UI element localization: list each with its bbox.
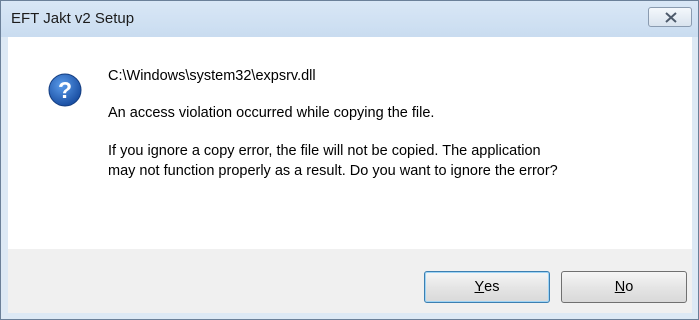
prompt-line-1: If you ignore a copy error, the file wil… bbox=[108, 143, 541, 159]
message-area: ? C:\Windows\system32\expsrv.dll An acce… bbox=[8, 37, 692, 249]
close-icon bbox=[665, 12, 677, 23]
error-text: An access violation occurred while copyi… bbox=[108, 105, 435, 121]
no-label-rest: o bbox=[625, 279, 634, 295]
no-button[interactable]: No bbox=[561, 271, 687, 303]
button-bar: Yes No bbox=[8, 249, 692, 313]
svg-text:?: ? bbox=[58, 77, 72, 103]
prompt-line-2: may not function properly as a result. D… bbox=[108, 163, 558, 179]
title-bar[interactable]: EFT Jakt v2 Setup bbox=[1, 1, 698, 37]
yes-label-rest: es bbox=[484, 279, 500, 295]
file-path: C:\Windows\system32\expsrv.dll bbox=[108, 68, 316, 84]
question-icon: ? bbox=[48, 73, 82, 107]
yes-button[interactable]: Yes bbox=[424, 271, 550, 303]
close-button[interactable] bbox=[648, 7, 692, 27]
yes-mnemonic: Y bbox=[474, 279, 485, 295]
dialog-window: EFT Jakt v2 Setup ? C:\Windows\system32\… bbox=[0, 0, 699, 320]
window-title: EFT Jakt v2 Setup bbox=[11, 10, 135, 27]
no-mnemonic: N bbox=[614, 279, 626, 295]
